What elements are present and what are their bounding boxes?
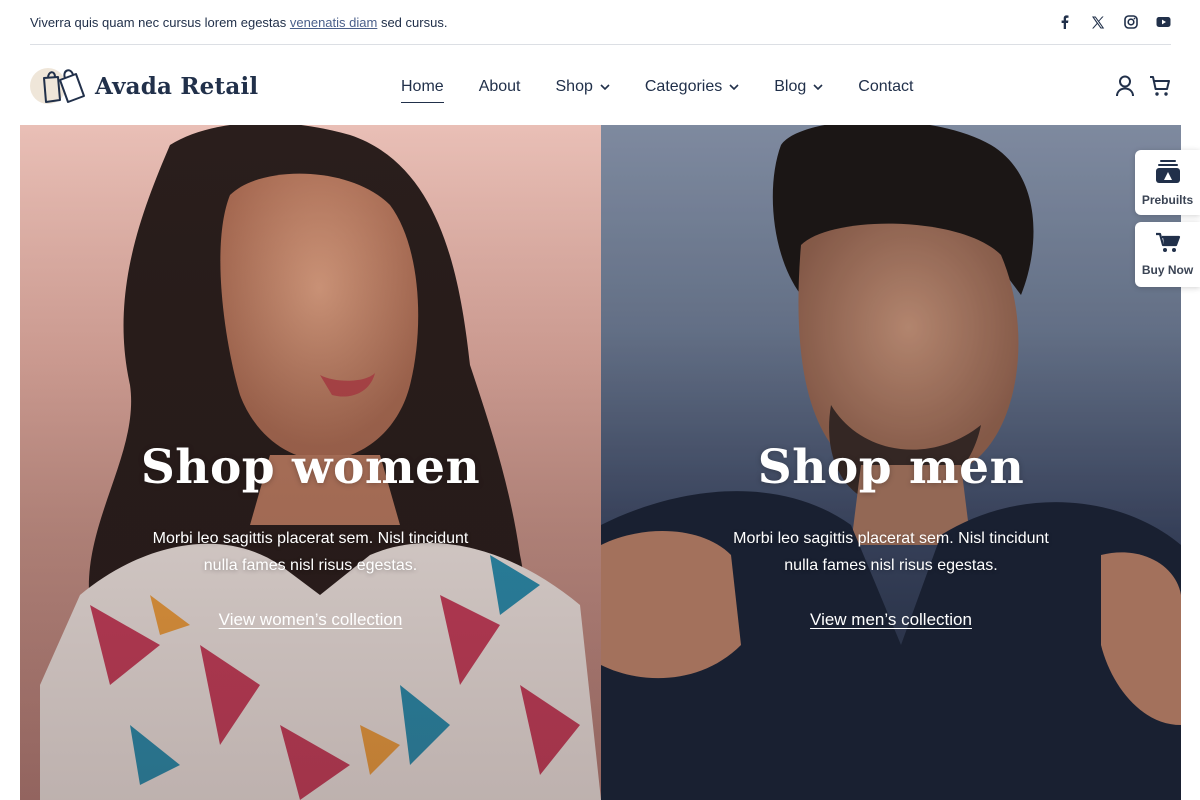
facebook-icon[interactable] (1057, 15, 1072, 30)
nav-label-about: About (478, 78, 521, 95)
shop-men-panel[interactable]: Shop men Morbi leo sagittis placerat sem… (601, 125, 1181, 800)
nav-item-home[interactable]: Home (401, 75, 444, 103)
nav-item-blog[interactable]: Blog (774, 75, 823, 99)
shop-women-content: Shop women Morbi leo sagittis placerat s… (20, 440, 601, 630)
shopping-cart-icon (1155, 232, 1181, 257)
site-header: Avada Retail Home About Shop Categories … (30, 46, 1171, 125)
view-women-collection-link[interactable]: View women’s collection (219, 610, 403, 630)
top-bar: Viverra quis quam nec cursus lorem egest… (30, 0, 1171, 45)
nav-label-blog: Blog (774, 78, 807, 95)
prebuilts-widget[interactable]: Prebuilts (1135, 150, 1200, 215)
nav-label-home: Home (401, 78, 444, 95)
chevron-down-icon (600, 84, 610, 90)
cart-icon[interactable] (1149, 75, 1171, 102)
shop-men-title: Shop men (757, 440, 1025, 495)
chevron-down-icon (813, 84, 823, 90)
top-bar-link[interactable]: venenatis diam (290, 15, 377, 30)
social-links (1057, 15, 1171, 30)
buy-now-widget[interactable]: Buy Now (1135, 222, 1200, 287)
buy-now-label: Buy Now (1141, 263, 1194, 277)
nav-item-contact[interactable]: Contact (858, 75, 913, 99)
top-bar-text-end: sed cursus. (377, 14, 448, 30)
prebuilts-label: Prebuilts (1141, 193, 1194, 207)
shop-men-content: Shop men Morbi leo sagittis placerat sem… (601, 440, 1181, 630)
nav-item-categories[interactable]: Categories (645, 75, 739, 99)
view-men-collection-link[interactable]: View men’s collection (810, 610, 972, 630)
logo[interactable]: Avada Retail (30, 66, 258, 106)
main-nav: Home About Shop Categories Blog Contact (401, 75, 948, 103)
shopping-bags-logo-icon (30, 66, 88, 106)
nav-label-shop: Shop (555, 78, 593, 95)
nav-label-categories: Categories (644, 78, 723, 95)
chevron-down-icon (729, 84, 739, 90)
shop-women-description: Morbi leo sagittis placerat sem. Nisl ti… (152, 530, 469, 574)
nav-label-contact: Contact (858, 78, 914, 95)
shop-women-panel[interactable]: Shop women Morbi leo sagittis placerat s… (20, 125, 601, 800)
top-bar-message: Viverra quis quam nec cursus lorem egest… (30, 15, 447, 30)
shop-men-description: Morbi leo sagittis placerat sem. Nisl ti… (733, 530, 1049, 574)
shop-women-title: Shop women (140, 440, 481, 495)
hero-section: Shop women Morbi leo sagittis placerat s… (20, 125, 1181, 800)
x-icon[interactable] (1090, 15, 1105, 30)
header-actions (1115, 75, 1171, 102)
prebuilts-icon (1155, 158, 1181, 187)
top-bar-text-start: Viverra quis quam nec cursus lorem egest… (30, 14, 290, 30)
logo-text: Avada Retail (95, 72, 259, 100)
user-icon[interactable] (1115, 75, 1135, 102)
nav-item-about[interactable]: About (479, 75, 521, 99)
instagram-icon[interactable] (1123, 15, 1138, 30)
youtube-icon[interactable] (1156, 15, 1171, 30)
nav-item-shop[interactable]: Shop (556, 75, 610, 99)
